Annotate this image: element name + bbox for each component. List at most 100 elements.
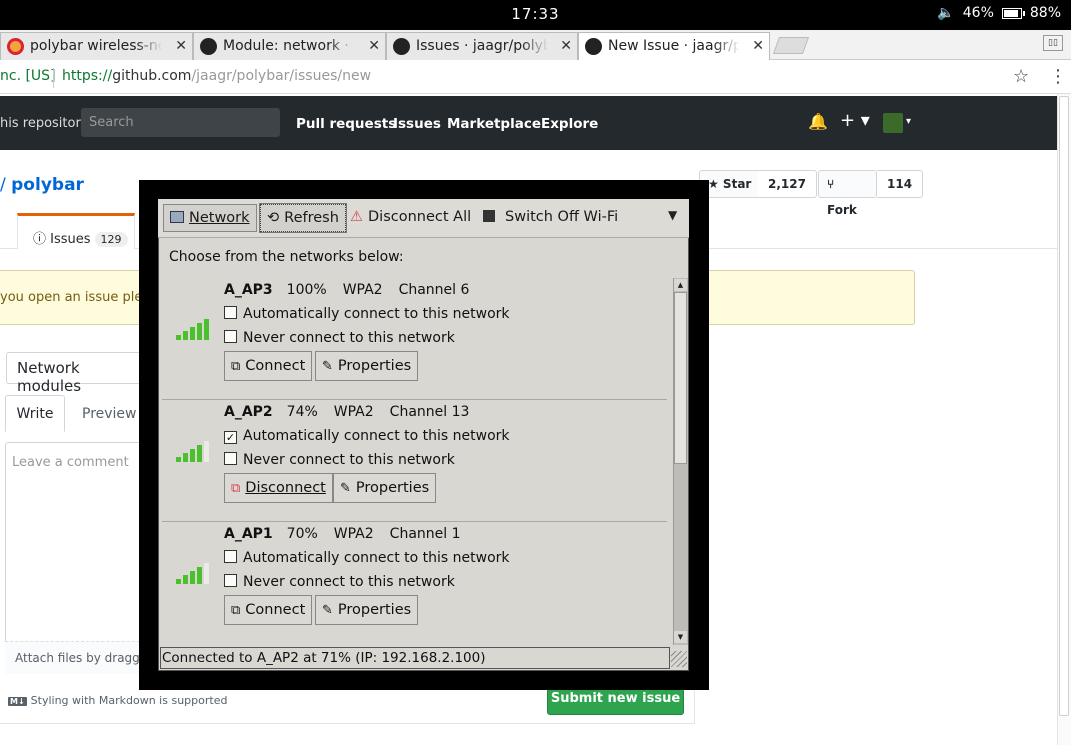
signal-strength-icon bbox=[176, 441, 209, 462]
resize-grip[interactable] bbox=[671, 651, 687, 667]
fork-button[interactable]: ⑂ Fork bbox=[818, 170, 877, 217]
network-details: A_AP1 70% WPA2 Channel 1 bbox=[224, 526, 461, 542]
certificate-label[interactable]: nc. [US] bbox=[0, 68, 56, 84]
refresh-icon: ⟲ bbox=[267, 210, 280, 226]
markdown-icon: M↓ bbox=[8, 697, 27, 706]
battery-icon bbox=[1001, 7, 1025, 19]
status-bar: 17:33 🔈 46% 88% bbox=[0, 0, 1071, 30]
clock: 17:33 bbox=[511, 5, 560, 23]
properties-button[interactable]: ✎ Properties bbox=[333, 473, 437, 503]
issue-icon: ⓘ bbox=[33, 232, 51, 247]
network-details: A_AP2 74% WPA2 Channel 13 bbox=[224, 404, 470, 420]
pencil-icon: ✎ bbox=[322, 603, 333, 618]
address-bar: nc. [US] https://github.com/jaagr/polyba… bbox=[0, 61, 1071, 94]
comment-textarea[interactable] bbox=[5, 442, 155, 674]
search-input[interactable]: Search bbox=[81, 108, 280, 137]
pencil-icon: ✎ bbox=[340, 481, 351, 496]
nav-marketplace[interactable]: Marketplace bbox=[447, 116, 541, 132]
refresh-button[interactable]: ⟲ Refresh bbox=[259, 203, 347, 233]
browser-menu-icon[interactable]: ⋮ bbox=[1049, 66, 1067, 87]
close-icon[interactable]: ✕ bbox=[752, 33, 764, 59]
window-switch-icon[interactable]: ▯▯ bbox=[1043, 35, 1063, 51]
divider bbox=[0, 723, 695, 724]
close-icon[interactable]: ✕ bbox=[368, 33, 380, 59]
disconnect-all-button[interactable]: ⚠ Disconnect All bbox=[350, 204, 471, 232]
tab-polybar-wireless[interactable]: polybar wireless-net ✕ bbox=[0, 32, 193, 60]
divider bbox=[53, 68, 54, 88]
nav-explore[interactable]: Explore bbox=[541, 116, 598, 132]
network-list-scrollbar-thumb[interactable] bbox=[674, 292, 687, 464]
connection-status: Connected to A_AP2 at 71% (IP: 192.168.2… bbox=[160, 647, 670, 669]
issue-title-input[interactable]: Network modules bbox=[6, 352, 156, 395]
fork-icon: ⑂ bbox=[827, 177, 835, 191]
bookmark-star-icon[interactable]: ☆ bbox=[1013, 66, 1029, 87]
scroll-down-arrow-icon[interactable]: ▼ bbox=[674, 631, 687, 643]
attach-files-area[interactable]: Attach files by dragging bbox=[5, 641, 155, 674]
github-header: his repository Search Pull requests Issu… bbox=[0, 96, 1057, 150]
markdown-note[interactable]: M↓ Styling with Markdown is supported bbox=[8, 694, 227, 707]
tab-issues[interactable]: Issues · jaagr/polyba ✕ bbox=[386, 32, 578, 60]
properties-button[interactable]: ✎ Properties bbox=[315, 351, 419, 381]
tab-strip: polybar wireless-net ✕ Module: network ·… bbox=[0, 30, 1071, 60]
fork-count[interactable]: 114 bbox=[877, 170, 924, 198]
repo-title[interactable]: / polybar bbox=[0, 175, 84, 195]
never-connect-checkbox[interactable]: Never connect to this network bbox=[224, 574, 455, 590]
close-icon[interactable]: ✕ bbox=[175, 33, 187, 59]
avatar[interactable] bbox=[883, 113, 903, 133]
github-icon bbox=[393, 38, 410, 55]
nav-pull-requests[interactable]: Pull requests bbox=[296, 116, 396, 132]
auto-connect-checkbox[interactable]: ✓ Automatically connect to this network bbox=[224, 428, 510, 444]
signal-strength-icon bbox=[176, 563, 209, 584]
divider bbox=[694, 690, 695, 724]
network-icon bbox=[170, 211, 184, 223]
toolbar-overflow-caret-icon[interactable]: ▼ bbox=[668, 208, 677, 222]
close-icon[interactable]: ✕ bbox=[560, 33, 572, 59]
chevron-down-icon[interactable]: ▾ bbox=[906, 116, 911, 127]
nav-issues[interactable]: Issues bbox=[393, 116, 441, 132]
network-details: A_AP3 100% WPA2 Channel 6 bbox=[224, 282, 470, 298]
tab-write[interactable]: Write bbox=[5, 395, 65, 432]
switch-off-wifi-button[interactable]: Switch Off Wi-Fi bbox=[483, 204, 618, 232]
nm-toolbar: Network ⟲ Refresh ⚠ Disconnect All Switch … bbox=[158, 199, 689, 238]
signal-strength-icon bbox=[176, 319, 209, 340]
tab-new-issue[interactable]: New Issue · jaagr/pc ✕ bbox=[578, 32, 770, 60]
auto-connect-checkbox[interactable]: Automatically connect to this network bbox=[224, 550, 510, 566]
never-connect-checkbox[interactable]: Never connect to this network bbox=[224, 452, 455, 468]
chrome-icon bbox=[7, 38, 24, 55]
comment-placeholder: Leave a comment bbox=[12, 455, 129, 470]
volume-icon: 🔈 bbox=[937, 5, 955, 21]
disconnect-icon: ⚠ bbox=[350, 209, 363, 225]
stop-icon bbox=[483, 210, 495, 222]
tab-module-network[interactable]: Module: network · ja ✕ bbox=[193, 32, 386, 60]
issues-count: 129 bbox=[94, 232, 128, 247]
github-icon bbox=[585, 38, 602, 55]
auto-connect-checkbox[interactable]: Automatically connect to this network bbox=[224, 306, 510, 322]
page-scrollbar-thumb[interactable] bbox=[1059, 96, 1069, 716]
never-connect-checkbox[interactable]: Never connect to this network bbox=[224, 330, 455, 346]
new-tab-button[interactable] bbox=[772, 37, 810, 54]
github-icon bbox=[200, 38, 217, 55]
create-new-icon[interactable]: + ▾ bbox=[840, 110, 870, 131]
battery-percent: 88% bbox=[1029, 5, 1061, 21]
connect-button[interactable]: ⧉ Connect bbox=[224, 351, 313, 381]
network-menu-button[interactable]: Network bbox=[163, 204, 257, 232]
network-tree-icon: ⧉ bbox=[231, 603, 241, 618]
tab-preview[interactable]: Preview bbox=[82, 406, 137, 422]
connect-button[interactable]: ⧉ Connect bbox=[224, 595, 313, 625]
disconnect-button[interactable]: ⧉ Disconnect bbox=[224, 473, 333, 503]
network-row: A_AP3 100% WPA2 Channel 6 Automatically con… bbox=[162, 278, 667, 400]
network-tree-icon: ⧉ bbox=[231, 481, 241, 496]
notification-bell-icon[interactable]: 🔔 bbox=[808, 112, 828, 131]
network-tree-icon: ⧉ bbox=[231, 359, 241, 374]
network-list-prompt: Choose from the networks below: bbox=[169, 249, 404, 265]
properties-button[interactable]: ✎ Properties bbox=[315, 595, 419, 625]
tab-issues-repo[interactable]: ⓘ Issues 129 bbox=[17, 213, 135, 249]
star-count[interactable]: 2,127 bbox=[758, 170, 817, 198]
network-list: A_AP3 100% WPA2 Channel 6 Automatically con… bbox=[162, 278, 673, 637]
search-scope[interactable]: his repository bbox=[0, 116, 89, 131]
scroll-up-arrow-icon[interactable]: ▲ bbox=[674, 279, 687, 291]
network-row: A_AP1 70% WPA2 Channel 1 Automatically conn… bbox=[162, 522, 667, 637]
volume-percent: 46% bbox=[962, 5, 994, 21]
url-field[interactable]: https://github.com/jaagr/polybar/issues/… bbox=[62, 68, 371, 84]
network-row: A_AP2 74% WPA2 Channel 13 ✓ Automatically co… bbox=[162, 400, 667, 522]
